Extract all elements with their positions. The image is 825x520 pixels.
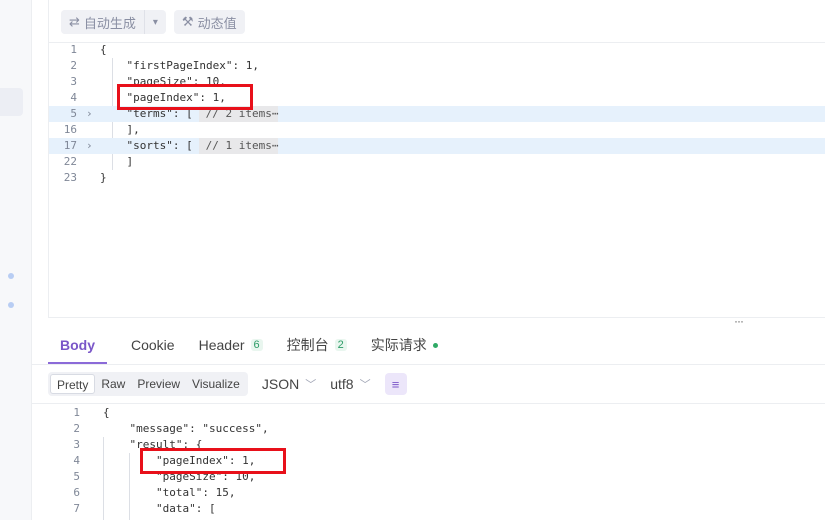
- code-line: 1{: [52, 405, 825, 421]
- word-wrap-button[interactable]: ≡: [384, 373, 407, 395]
- dynamic-value-label: 动态值: [197, 15, 237, 31]
- status-dot: [8, 302, 14, 308]
- code-text: {: [103, 406, 110, 419]
- code-line: 22 ]: [49, 154, 825, 170]
- divider: [32, 403, 825, 404]
- tab-body[interactable]: Body: [48, 326, 107, 364]
- count-badge: 2: [334, 339, 347, 351]
- format-type-select[interactable]: JSON ﹀: [262, 376, 316, 392]
- code-text: "message": "success",: [103, 422, 269, 435]
- line-number: 4: [70, 91, 77, 104]
- response-tabs: Body Cookie Header 6 控制台 2 实际请求: [48, 326, 462, 364]
- format-toolbar: Pretty Raw Preview Visualize JSON ﹀ utf8…: [48, 372, 407, 396]
- line-number: 5: [70, 107, 77, 120]
- encoding-select[interactable]: utf8 ﹀: [330, 376, 370, 392]
- divider: [32, 364, 825, 365]
- tab-label: 实际请求: [370, 337, 427, 353]
- annotation-highlight-box: [117, 84, 253, 110]
- line-number: 3: [73, 438, 80, 451]
- code-line: 7 "data": [: [52, 501, 825, 517]
- swap-icon: ⇄: [69, 14, 80, 29]
- code-line: 23}: [49, 170, 825, 186]
- auto-generate-split-button: ⇄ 自动生成 ▾: [61, 10, 166, 34]
- code-line: 2 "message": "success",: [52, 421, 825, 437]
- status-dot: [8, 273, 14, 279]
- magic-wand-icon: ⚒: [181, 14, 194, 29]
- fold-chevron-icon[interactable]: ›: [86, 138, 93, 154]
- tab-console[interactable]: 控制台 2: [287, 326, 347, 364]
- line-number: 4: [73, 454, 80, 467]
- encoding-value: utf8: [330, 376, 354, 392]
- code-text: {: [100, 43, 107, 56]
- line-number: 16: [63, 123, 77, 136]
- view-preview[interactable]: Preview: [131, 374, 186, 394]
- tab-actual-request[interactable]: 实际请求: [371, 326, 438, 364]
- code-text: ]: [100, 155, 134, 168]
- line-number: 2: [70, 59, 77, 72]
- tab-label: Body: [60, 337, 95, 353]
- code-text: "sorts": [: [100, 139, 193, 152]
- code-text: "total": 15,: [103, 486, 236, 499]
- line-number: 3: [70, 75, 77, 88]
- code-text: "firstPageIndex": 1,: [100, 59, 259, 72]
- view-mode-segmented: Pretty Raw Preview Visualize: [48, 372, 248, 396]
- panel-resizer[interactable]: ···: [734, 315, 744, 327]
- code-line: 1{: [49, 42, 825, 58]
- line-number: 1: [70, 43, 77, 56]
- tab-label: 控制台: [286, 337, 329, 353]
- line-number: 1: [73, 406, 80, 419]
- line-number: 23: [63, 171, 77, 184]
- fold-chevron-icon[interactable]: ›: [86, 106, 93, 122]
- tab-cookie[interactable]: Cookie: [131, 326, 175, 364]
- code-text: ],: [100, 123, 140, 136]
- chevron-down-icon[interactable]: ▾: [143, 10, 166, 34]
- line-number: 7: [73, 502, 80, 515]
- chevron-down-icon: ﹀: [359, 379, 371, 391]
- line-number: 22: [63, 155, 77, 168]
- sidebar-selected-item[interactable]: [0, 88, 23, 116]
- auto-generate-button[interactable]: ⇄ 自动生成: [61, 10, 144, 34]
- auto-generate-label: 自动生成: [83, 15, 136, 31]
- status-dot: [432, 342, 438, 348]
- view-visualize[interactable]: Visualize: [186, 374, 246, 394]
- request-body-panel: ⇄ 自动生成 ▾ ⚒ 动态值 1{ 2 "firstPageIndex": 1,…: [48, 0, 825, 318]
- wrap-icon: ≡: [391, 376, 400, 392]
- tab-header[interactable]: Header 6: [199, 326, 263, 364]
- tab-label: Header: [198, 337, 245, 353]
- code-line: 2 "firstPageIndex": 1,: [49, 58, 825, 74]
- code-line: 16 ],: [49, 122, 825, 138]
- line-number: 5: [73, 470, 80, 483]
- tab-label: Cookie: [131, 337, 175, 353]
- code-text: }: [100, 171, 107, 184]
- view-pretty[interactable]: Pretty: [50, 374, 96, 394]
- code-line: 6 "total": 15,: [52, 485, 825, 501]
- line-number: 17: [63, 139, 77, 152]
- left-gutter: [0, 0, 32, 520]
- request-code-editor[interactable]: 1{ 2 "firstPageIndex": 1, 3 "pageSize": …: [49, 42, 825, 192]
- view-raw[interactable]: Raw: [95, 374, 131, 394]
- annotation-highlight-box: [140, 448, 286, 474]
- line-number: 6: [73, 486, 80, 499]
- format-type-value: JSON: [261, 376, 300, 392]
- count-badge: 6: [250, 339, 263, 351]
- code-line-folded: 17 › "sorts": [ // 1 items⋯: [49, 138, 825, 154]
- chevron-down-icon: ﹀: [305, 379, 317, 391]
- code-text: "data": [: [103, 502, 216, 515]
- dynamic-value-button[interactable]: ⚒ 动态值: [173, 10, 245, 34]
- collapsed-items[interactable]: // 1 items⋯: [199, 138, 279, 154]
- request-toolbar: ⇄ 自动生成 ▾ ⚒ 动态值: [61, 10, 245, 34]
- line-number: 2: [73, 422, 80, 435]
